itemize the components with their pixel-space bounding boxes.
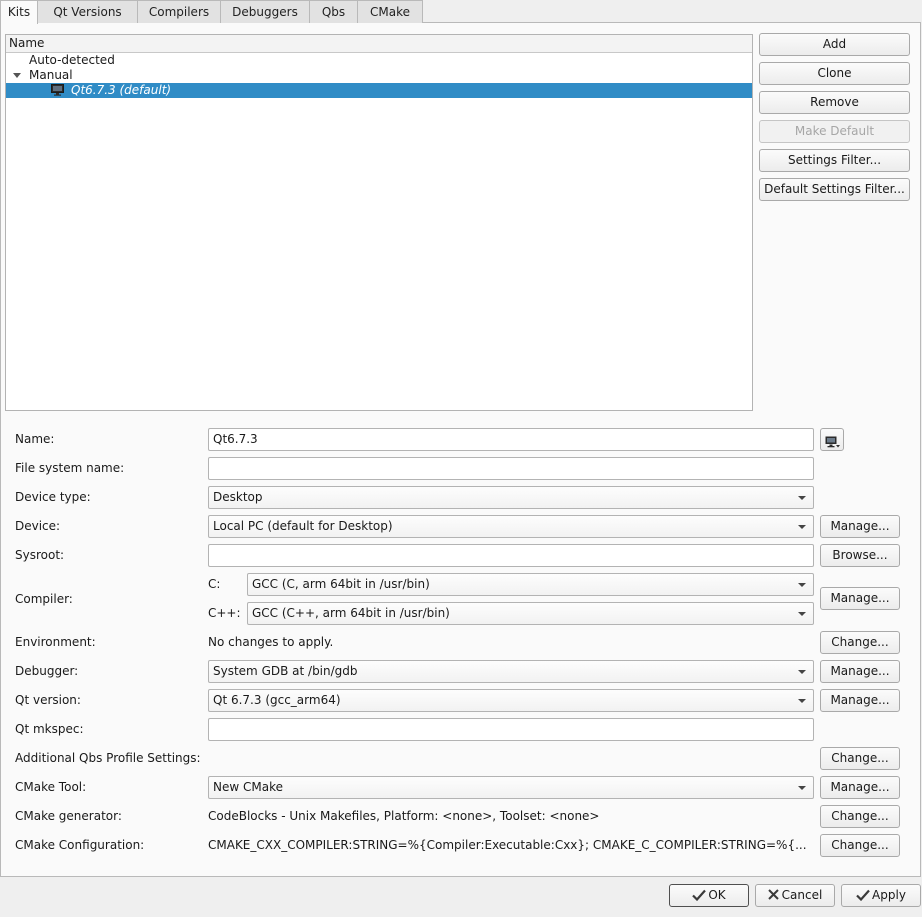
environment-change-button[interactable]: Change... (820, 631, 900, 654)
tree-item-label: Manual (29, 68, 73, 82)
qt-version-manage-button[interactable]: Manage... (820, 689, 900, 712)
ok-label: OK (708, 888, 726, 902)
cancel-button[interactable]: Cancel (755, 884, 835, 907)
make-default-button[interactable]: Make Default (759, 120, 910, 143)
tree-header-name: Name (6, 35, 752, 53)
fs-name-field[interactable] (208, 457, 814, 480)
close-icon (767, 886, 779, 907)
settings-filter-button[interactable]: Settings Filter... (759, 149, 910, 172)
tree-item-label: Auto-detected (29, 53, 115, 67)
chevron-down-icon (798, 670, 806, 674)
device-type-label: Device type: (15, 490, 91, 504)
tab-compilers[interactable]: Compilers (137, 0, 221, 23)
name-field[interactable]: Qt6.7.3 (208, 428, 814, 451)
tree-item-qt673-default[interactable]: Qt6.7.3 (default) (6, 83, 752, 98)
apply-label: Apply (872, 888, 906, 902)
chevron-down-icon (798, 525, 806, 529)
monitor-icon (825, 434, 840, 455)
name-label: Name: (15, 432, 55, 446)
debugger-label: Debugger: (15, 664, 79, 678)
expand-arrow-icon[interactable] (13, 73, 21, 78)
tab-cmake[interactable]: CMake (357, 0, 423, 23)
qbs-profile-label: Additional Qbs Profile Settings: (15, 751, 201, 765)
qt-version-value: Qt 6.7.3 (gcc_arm64) (213, 693, 341, 707)
sysroot-browse-button[interactable]: Browse... (820, 544, 900, 567)
device-type-select[interactable]: Desktop (208, 486, 814, 509)
tree-item-manual[interactable]: Manual (6, 68, 752, 83)
cmake-generator-change-button[interactable]: Change... (820, 805, 900, 828)
cancel-label: Cancel (781, 888, 823, 902)
monitor-icon (51, 84, 64, 100)
add-button[interactable]: Add (759, 33, 910, 56)
environment-value: No changes to apply. (208, 635, 334, 649)
chevron-down-icon (798, 699, 806, 703)
compiler-cxx-label: C++: (208, 606, 241, 620)
device-value: Local PC (default for Desktop) (213, 519, 393, 533)
check-icon (692, 887, 707, 908)
tree-item-auto-detected[interactable]: Auto-detected (6, 53, 752, 68)
cmake-configuration-change-button[interactable]: Change... (820, 834, 900, 857)
fs-name-label: File system name: (15, 461, 125, 475)
kits-tree[interactable]: Name Auto-detected Manual Qt6.7.3 (defau… (5, 34, 753, 411)
cmake-tool-select[interactable]: New CMake (208, 776, 814, 799)
debugger-select[interactable]: System GDB at /bin/gdb (208, 660, 814, 683)
cmake-generator-label: CMake generator: (15, 809, 122, 823)
qt-mkspec-field[interactable] (208, 718, 814, 741)
debugger-value: System GDB at /bin/gdb (213, 664, 358, 678)
device-icon-button[interactable] (820, 428, 844, 451)
check-icon (856, 887, 870, 908)
compiler-manage-button[interactable]: Manage... (820, 587, 900, 610)
cmake-tool-manage-button[interactable]: Manage... (820, 776, 900, 799)
cmake-tool-label: CMake Tool: (15, 780, 87, 794)
device-select[interactable]: Local PC (default for Desktop) (208, 515, 814, 538)
compiler-c-value: GCC (C, arm 64bit in /usr/bin) (252, 577, 430, 591)
debugger-manage-button[interactable]: Manage... (820, 660, 900, 683)
qbs-profile-change-button[interactable]: Change... (820, 747, 900, 770)
clone-button[interactable]: Clone (759, 62, 910, 85)
chevron-down-icon (798, 612, 806, 616)
remove-button[interactable]: Remove (759, 91, 910, 114)
cmake-generator-value: CodeBlocks - Unix Makefiles, Platform: <… (208, 809, 600, 823)
cmake-tool-value: New CMake (213, 780, 283, 794)
cmake-configuration-label: CMake Configuration: (15, 838, 145, 852)
chevron-down-icon (798, 496, 806, 500)
compiler-cxx-value: GCC (C++, arm 64bit in /usr/bin) (252, 606, 450, 620)
default-settings-filter-button[interactable]: Default Settings Filter... (759, 178, 910, 201)
tab-qbs[interactable]: Qbs (309, 0, 358, 23)
chevron-down-icon (798, 583, 806, 587)
compiler-c-label: C: (208, 577, 221, 591)
tree-item-label: Qt6.7.3 (default) (71, 83, 172, 97)
sysroot-label: Sysroot: (15, 548, 65, 562)
sysroot-field[interactable] (208, 544, 814, 567)
cmake-configuration-value: CMAKE_CXX_COMPILER:STRING=%{Compiler:Exe… (208, 838, 807, 852)
compiler-cxx-select[interactable]: GCC (C++, arm 64bit in /usr/bin) (247, 602, 814, 625)
tab-kits[interactable]: Kits (0, 0, 38, 24)
environment-label: Environment: (15, 635, 96, 649)
tab-debuggers[interactable]: Debuggers (220, 0, 310, 23)
device-type-value: Desktop (213, 490, 263, 504)
apply-button[interactable]: Apply (841, 884, 921, 907)
ok-button[interactable]: OK (669, 884, 749, 907)
qt-mkspec-label: Qt mkspec: (15, 722, 84, 736)
chevron-down-icon (798, 786, 806, 790)
qt-version-select[interactable]: Qt 6.7.3 (gcc_arm64) (208, 689, 814, 712)
device-manage-button[interactable]: Manage... (820, 515, 900, 538)
qt-version-label: Qt version: (15, 693, 81, 707)
compiler-label: Compiler: (15, 592, 73, 606)
tab-qt-versions[interactable]: Qt Versions (37, 0, 138, 23)
device-label: Device: (15, 519, 61, 533)
compiler-c-select[interactable]: GCC (C, arm 64bit in /usr/bin) (247, 573, 814, 596)
